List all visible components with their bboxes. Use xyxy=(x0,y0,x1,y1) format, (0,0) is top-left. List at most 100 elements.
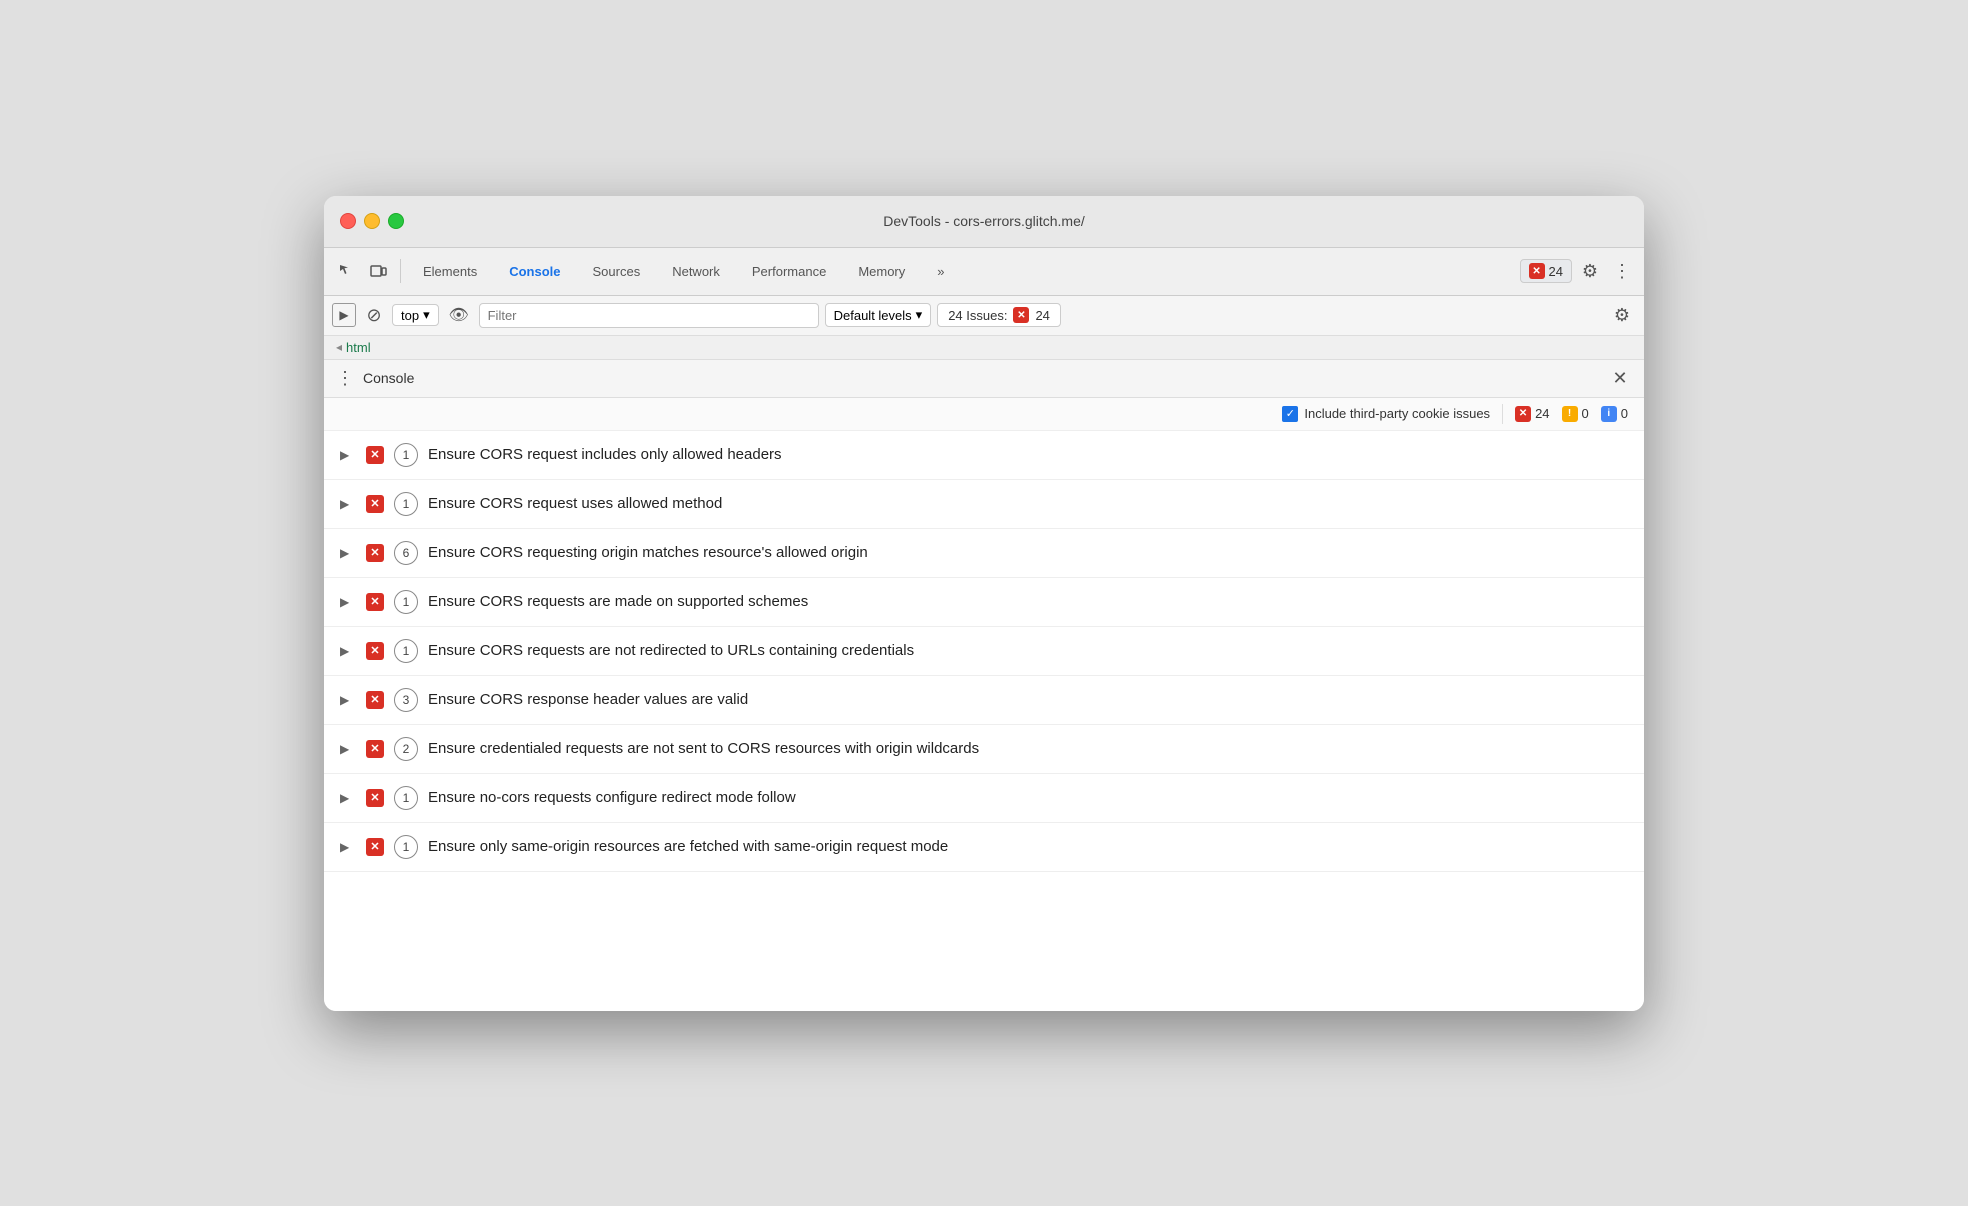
stop-button[interactable]: ⊘ xyxy=(362,303,386,327)
more-options-icon[interactable]: ⋮ xyxy=(1608,257,1636,285)
issue-count-badge: 1 xyxy=(394,492,418,516)
breadcrumb-item[interactable]: html xyxy=(346,340,371,355)
issue-text: Ensure CORS request includes only allowe… xyxy=(428,446,782,463)
console-settings-icon[interactable]: ⚙ xyxy=(1608,301,1636,329)
filter-input[interactable] xyxy=(479,303,819,328)
issue-error-icon: ✕ xyxy=(366,691,384,709)
panel-menu-icon[interactable]: ⋮ xyxy=(336,368,355,389)
issue-error-icon: ✕ xyxy=(366,838,384,856)
close-button[interactable] xyxy=(340,213,356,229)
expand-arrow-icon: ▶ xyxy=(340,791,356,805)
checkbox-checked-icon: ✓ xyxy=(1282,406,1298,422)
issue-error-icon: ✕ xyxy=(366,642,384,660)
issue-text: Ensure CORS requests are made on support… xyxy=(428,593,808,610)
context-selector[interactable]: top ▾ xyxy=(392,304,439,326)
console-toolbar: ▶ ⊘ top ▾ 👁 Default levels ▾ 24 Issues: … xyxy=(324,296,1644,336)
issue-row[interactable]: ▶ ✕ 3 Ensure CORS response header values… xyxy=(324,676,1644,725)
error-count-label: 24 xyxy=(1549,264,1563,279)
issue-count-badge: 1 xyxy=(394,639,418,663)
toolbar-divider-1 xyxy=(400,259,401,283)
main-toolbar: Elements Console Sources Network Perform… xyxy=(324,248,1644,296)
third-party-checkbox-label[interactable]: ✓ Include third-party cookie issues xyxy=(1282,406,1490,422)
issue-error-icon: ✕ xyxy=(366,593,384,611)
issue-row[interactable]: ▶ ✕ 1 Ensure CORS requests are made on s… xyxy=(324,578,1644,627)
error-icon: ✕ xyxy=(1529,263,1545,279)
titlebar: DevTools - cors-errors.glitch.me/ xyxy=(324,196,1644,248)
issue-count-badge: 1 xyxy=(394,443,418,467)
issues-count: 24 xyxy=(1035,308,1049,323)
expand-arrow-icon: ▶ xyxy=(340,840,356,854)
tab-network[interactable]: Network xyxy=(658,258,734,285)
info-count-icon: i xyxy=(1601,406,1617,422)
issue-row[interactable]: ▶ ✕ 6 Ensure CORS requesting origin matc… xyxy=(324,529,1644,578)
issue-row[interactable]: ▶ ✕ 1 Ensure CORS request uses allowed m… xyxy=(324,480,1644,529)
warn-count-num: 0 xyxy=(1582,406,1589,421)
issue-error-icon: ✕ xyxy=(366,544,384,562)
issues-panel-header: ⋮ Console ✕ xyxy=(324,360,1644,398)
expand-arrow-icon: ▶ xyxy=(340,497,356,511)
warn-count-display: ! 0 xyxy=(1562,406,1589,422)
issues-list: ▶ ✕ 1 Ensure CORS request includes only … xyxy=(324,431,1644,1011)
issue-row[interactable]: ▶ ✕ 1 Ensure no-cors requests configure … xyxy=(324,774,1644,823)
devtools-window: DevTools - cors-errors.glitch.me/ Elemen… xyxy=(324,196,1644,1011)
inspect-element-icon[interactable] xyxy=(332,257,360,285)
tab-memory[interactable]: Memory xyxy=(844,258,919,285)
play-button[interactable]: ▶ xyxy=(332,303,356,327)
expand-arrow-icon: ▶ xyxy=(340,595,356,609)
error-count-icon: ✕ xyxy=(1515,406,1531,422)
issue-text: Ensure CORS requesting origin matches re… xyxy=(428,544,868,561)
issue-text: Ensure CORS requests are not redirected … xyxy=(428,642,914,659)
settings-icon[interactable]: ⚙ xyxy=(1576,257,1604,285)
context-value: top xyxy=(401,308,419,323)
issue-count-badge: 1 xyxy=(394,835,418,859)
expand-arrow-icon: ▶ xyxy=(340,448,356,462)
issue-error-icon: ✕ xyxy=(366,446,384,464)
window-title: DevTools - cors-errors.glitch.me/ xyxy=(883,213,1085,229)
warn-count-icon: ! xyxy=(1562,406,1578,422)
issue-text: Ensure no-cors requests configure redire… xyxy=(428,789,796,806)
minimize-button[interactable] xyxy=(364,213,380,229)
maximize-button[interactable] xyxy=(388,213,404,229)
issue-count-badge: 6 xyxy=(394,541,418,565)
expand-arrow-icon: ▶ xyxy=(340,546,356,560)
tab-console[interactable]: Console xyxy=(495,258,574,285)
issue-row[interactable]: ▶ ✕ 1 Ensure CORS requests are not redir… xyxy=(324,627,1644,676)
issue-row[interactable]: ▶ ✕ 1 Ensure only same-origin resources … xyxy=(324,823,1644,872)
breadcrumb: ◂ html xyxy=(324,336,1644,360)
more-tabs[interactable]: » xyxy=(923,258,958,285)
level-label: Default levels xyxy=(834,308,912,323)
breadcrumb-arrow: ◂ xyxy=(336,340,342,354)
issue-count-badge: 3 xyxy=(394,688,418,712)
issue-row[interactable]: ▶ ✕ 2 Ensure credentialed requests are n… xyxy=(324,725,1644,774)
issue-row[interactable]: ▶ ✕ 1 Ensure CORS request includes only … xyxy=(324,431,1644,480)
eye-icon[interactable]: 👁 xyxy=(445,301,473,329)
filter-bar-divider xyxy=(1502,404,1503,424)
context-dropdown-icon: ▾ xyxy=(423,307,430,323)
close-panel-button[interactable]: ✕ xyxy=(1608,366,1632,390)
expand-arrow-icon: ▶ xyxy=(340,693,356,707)
tab-sources[interactable]: Sources xyxy=(579,258,655,285)
issues-filter-bar: ✓ Include third-party cookie issues ✕ 24… xyxy=(324,398,1644,431)
expand-arrow-icon: ▶ xyxy=(340,644,356,658)
issues-panel-title: Console xyxy=(363,370,414,386)
issues-error-icon: ✕ xyxy=(1013,307,1029,323)
error-count-num: 24 xyxy=(1535,406,1549,421)
issue-text: Ensure CORS request uses allowed method xyxy=(428,495,722,512)
info-count-display: i 0 xyxy=(1601,406,1628,422)
issues-badge[interactable]: 24 Issues: ✕ 24 xyxy=(937,303,1061,327)
tab-performance[interactable]: Performance xyxy=(738,258,840,285)
device-toolbar-icon[interactable] xyxy=(364,257,392,285)
level-dropdown-icon: ▾ xyxy=(916,307,923,323)
issue-count-badge: 1 xyxy=(394,590,418,614)
error-count-badge[interactable]: ✕ 24 xyxy=(1520,259,1572,283)
third-party-label: Include third-party cookie issues xyxy=(1304,406,1490,421)
issue-count-badge: 2 xyxy=(394,737,418,761)
traffic-lights xyxy=(340,213,404,229)
expand-arrow-icon: ▶ xyxy=(340,742,356,756)
issue-error-icon: ✕ xyxy=(366,495,384,513)
issue-text: Ensure only same-origin resources are fe… xyxy=(428,838,948,855)
error-count-display: ✕ 24 xyxy=(1515,406,1549,422)
tab-elements[interactable]: Elements xyxy=(409,258,491,285)
level-selector[interactable]: Default levels ▾ xyxy=(825,303,932,327)
issue-text: Ensure credentialed requests are not sen… xyxy=(428,740,979,757)
